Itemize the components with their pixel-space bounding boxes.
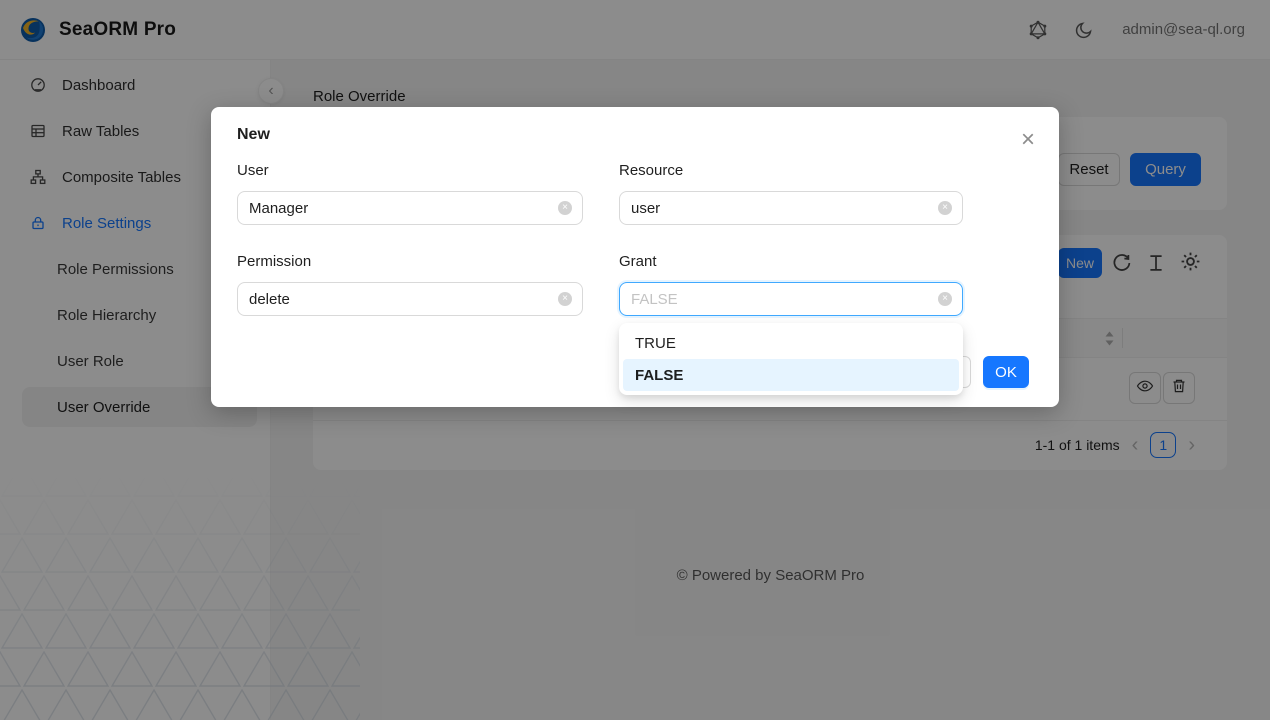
grant-field[interactable] — [619, 282, 963, 316]
user-field-label: User — [237, 162, 269, 179]
grant-field-label: Grant — [619, 253, 657, 270]
ok-button[interactable]: OK — [983, 356, 1029, 388]
resource-field-wrap: × — [619, 191, 963, 225]
permission-field-wrap: × — [237, 282, 583, 316]
new-record-modal: New × User Resource × × Permission Grant… — [211, 107, 1059, 407]
user-field[interactable] — [237, 191, 583, 225]
grant-dropdown: TRUE FALSE — [619, 323, 963, 395]
permission-field[interactable] — [237, 282, 583, 316]
clear-circle-icon[interactable]: × — [558, 201, 572, 215]
modal-title: New — [237, 126, 270, 144]
dropdown-option-true[interactable]: TRUE — [623, 327, 959, 359]
clear-circle-icon[interactable]: × — [938, 292, 952, 306]
resource-field[interactable] — [619, 191, 963, 225]
dropdown-option-false[interactable]: FALSE — [623, 359, 959, 391]
clear-circle-icon[interactable]: × — [938, 201, 952, 215]
user-field-wrap: × — [237, 191, 583, 225]
clear-circle-icon[interactable]: × — [558, 292, 572, 306]
close-icon[interactable]: × — [1014, 126, 1042, 154]
screen: SeaORM Pro admin@sea-ql.org — [0, 0, 1270, 720]
grant-field-wrap: × — [619, 282, 963, 316]
permission-field-label: Permission — [237, 253, 311, 270]
resource-field-label: Resource — [619, 162, 683, 179]
